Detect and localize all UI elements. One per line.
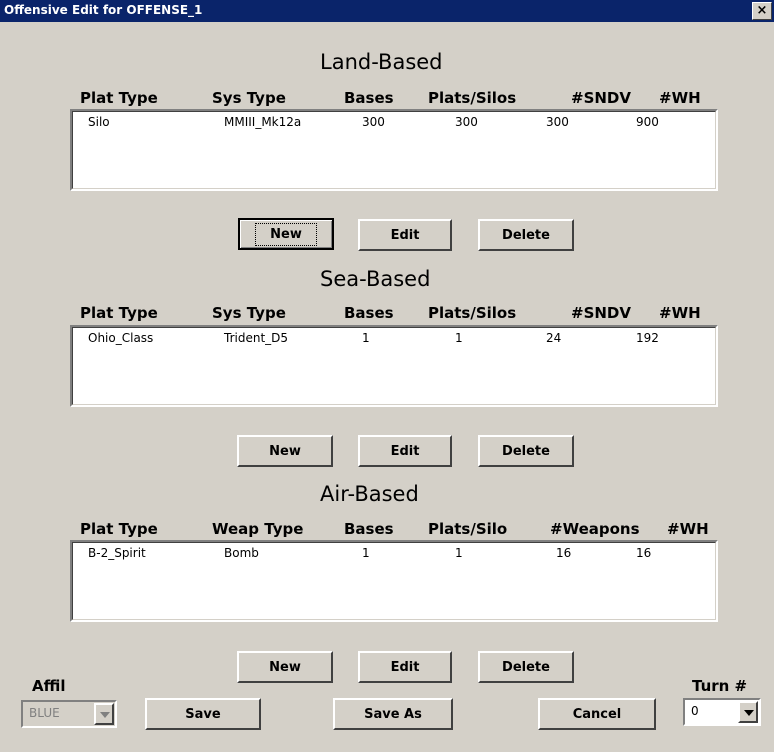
air-row-bases: 1 — [362, 546, 370, 560]
turn-value: 0 — [691, 704, 699, 718]
land-delete-button[interactable]: Delete — [478, 219, 574, 251]
air-row-plat-type: B-2_Spirit — [88, 546, 146, 560]
sea-header-plats-silos: Plats/Silos — [428, 304, 517, 322]
cancel-button[interactable]: Cancel — [538, 698, 656, 730]
air-list[interactable]: B-2_Spirit Bomb 1 1 16 16 — [70, 540, 718, 622]
land-header-sndv: #SNDV — [571, 89, 631, 107]
sea-list[interactable]: Ohio_Class Trident_D5 1 1 24 192 — [70, 325, 718, 407]
affil-dropdown: BLUE — [21, 700, 117, 728]
land-section-title: Land-Based — [320, 50, 443, 74]
sea-edit-button[interactable]: Edit — [358, 435, 452, 467]
window-title: Offensive Edit for OFFENSE_1 — [4, 3, 203, 17]
land-row-wh: 900 — [636, 115, 659, 129]
land-header-plats-silos: Plats/Silos — [428, 89, 517, 107]
air-section-title: Air-Based — [320, 482, 419, 506]
air-row-wh: 16 — [636, 546, 652, 560]
sea-row-wh: 192 — [636, 331, 659, 345]
air-header-plat-type: Plat Type — [80, 520, 158, 538]
air-header-plats-silo: Plats/Silo — [428, 520, 508, 538]
chevron-down-icon[interactable] — [738, 701, 758, 723]
air-row-plats: 1 — [455, 546, 463, 560]
land-row-sndv: 300 — [546, 115, 569, 129]
air-delete-button[interactable]: Delete — [478, 651, 574, 683]
land-header-sys-type: Sys Type — [212, 89, 286, 107]
sea-row-plat-type: Ohio_Class — [88, 331, 154, 345]
close-icon[interactable]: × — [752, 2, 772, 20]
sea-header-plat-type: Plat Type — [80, 304, 158, 322]
air-edit-button[interactable]: Edit — [358, 651, 452, 683]
air-header-wh: #WH — [667, 520, 709, 538]
save-as-button[interactable]: Save As — [333, 698, 453, 730]
land-header-bases: Bases — [344, 89, 394, 107]
air-header-bases: Bases — [344, 520, 394, 538]
air-row-weap-type: Bomb — [224, 546, 259, 560]
air-row-weapons: 16 — [556, 546, 572, 560]
sea-section-title: Sea-Based — [320, 267, 431, 291]
sea-row-bases: 1 — [362, 331, 370, 345]
affil-value: BLUE — [29, 706, 60, 720]
air-header-weap-type: Weap Type — [212, 520, 304, 538]
air-new-button[interactable]: New — [237, 651, 333, 683]
sea-row-plats: 1 — [455, 331, 463, 345]
land-new-button[interactable]: New — [238, 218, 334, 250]
save-button[interactable]: Save — [145, 698, 261, 730]
sea-header-bases: Bases — [344, 304, 394, 322]
turn-dropdown[interactable]: 0 — [683, 698, 761, 726]
land-row-bases: 300 — [362, 115, 385, 129]
land-row-plats: 300 — [455, 115, 478, 129]
land-header-wh: #WH — [659, 89, 701, 107]
land-row-plat-type: Silo — [88, 115, 110, 129]
turn-label: Turn # — [692, 677, 748, 695]
air-header-weapons: #Weapons — [550, 520, 640, 538]
land-row-sys-type: MMIII_Mk12a — [224, 115, 302, 129]
land-edit-button[interactable]: Edit — [358, 219, 452, 251]
land-new-label: New — [255, 222, 317, 246]
sea-row-sndv: 24 — [546, 331, 562, 345]
land-list[interactable]: Silo MMIII_Mk12a 300 300 300 900 — [70, 109, 718, 191]
chevron-down-icon — [94, 703, 114, 725]
sea-row-sys-type: Trident_D5 — [224, 331, 289, 345]
sea-new-button[interactable]: New — [237, 435, 333, 467]
land-header-plat-type: Plat Type — [80, 89, 158, 107]
affil-label: Affil — [32, 677, 66, 695]
sea-header-sys-type: Sys Type — [212, 304, 286, 322]
title-bar: Offensive Edit for OFFENSE_1 × — [0, 0, 774, 22]
sea-delete-button[interactable]: Delete — [478, 435, 574, 467]
sea-header-wh: #WH — [659, 304, 701, 322]
sea-header-sndv: #SNDV — [571, 304, 631, 322]
